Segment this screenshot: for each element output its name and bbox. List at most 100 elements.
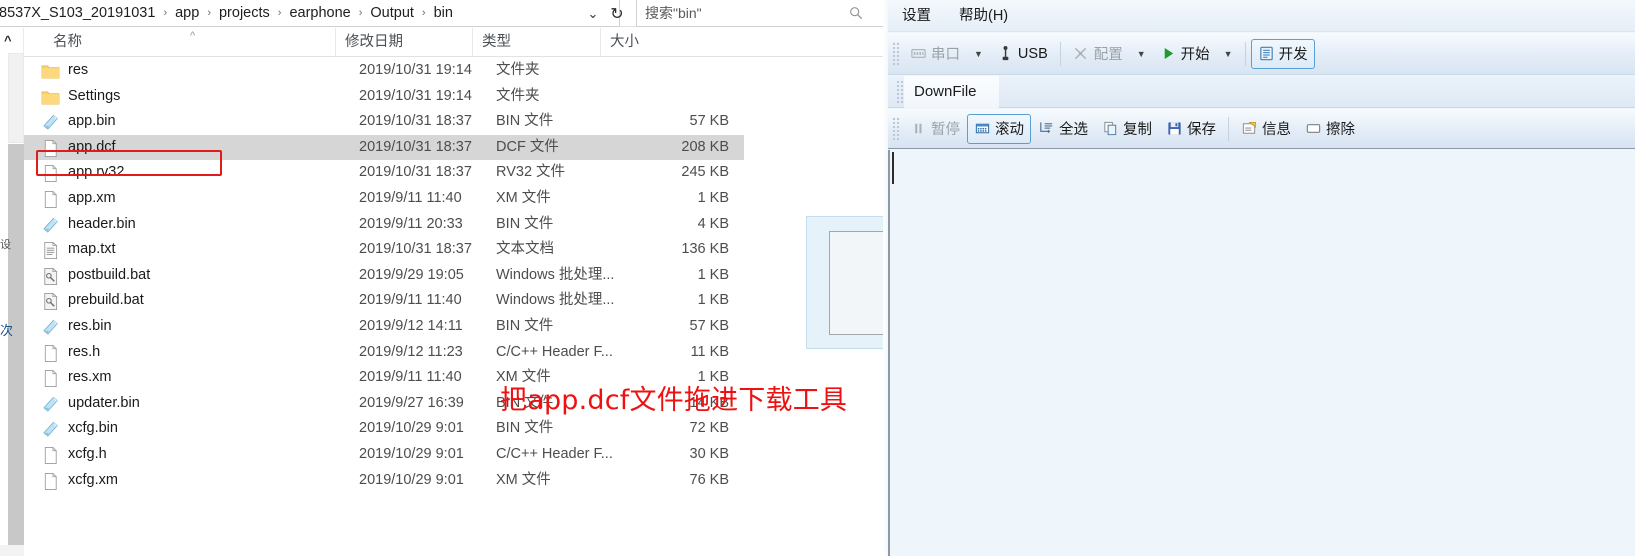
toolbar-button-play[interactable]: 开始 xyxy=(1153,39,1217,69)
file-size: 1 KB xyxy=(697,189,729,206)
horizontal-scroll-stub[interactable] xyxy=(0,545,24,556)
table-row[interactable]: res 2019/10/31 19:14 文件夹 xyxy=(24,58,744,84)
toolbar-button-serial-port[interactable]: 串口 xyxy=(903,39,967,69)
log-toolbar: 暂停 滚动 全选 复制 保存 信息 擦除 xyxy=(888,109,1635,149)
table-row[interactable]: res.h 2019/9/12 11:23 C/C++ Header F... 11 … xyxy=(24,340,744,366)
breadcrumb-segment-2[interactable]: projects xyxy=(216,0,273,27)
breadcrumb-separator: › xyxy=(207,7,211,19)
column-header-size[interactable]: 大小 xyxy=(600,28,712,57)
toolbar-separator xyxy=(1244,41,1246,66)
toolbar-button-config[interactable]: 配置 xyxy=(1066,39,1130,69)
log-toolbar-button-save[interactable]: 保存 xyxy=(1159,114,1223,144)
chevron-down-icon[interactable]: ▼ xyxy=(1130,49,1153,59)
bin-file-icon xyxy=(41,420,60,439)
toolbar-grip[interactable] xyxy=(891,115,899,142)
file-name: app.dcf xyxy=(68,138,116,155)
table-row[interactable]: postbuild.bat 2019/9/29 19:05 Windows 批处理.… xyxy=(24,263,744,289)
file-date: 2019/9/11 11:40 xyxy=(359,292,462,309)
chevron-up-icon[interactable]: ^ xyxy=(4,33,12,48)
log-toolbar-button-info[interactable]: 信息 xyxy=(1234,114,1298,144)
menu-item-1[interactable]: 帮助(H) xyxy=(945,0,1022,32)
toolbar-separator xyxy=(1228,116,1229,141)
column-header-type[interactable]: 类型 xyxy=(472,28,600,57)
column-header-row: 名称 ^ 修改日期 类型 大小 xyxy=(0,28,883,57)
toolbar-separator xyxy=(1059,41,1061,66)
file-explorer-window: 8537X_S103_20191031 › app › projects › earphon… xyxy=(0,0,883,556)
toolbar-grip[interactable] xyxy=(895,79,903,105)
file-type: BIN 文件 xyxy=(496,215,554,232)
table-row[interactable]: Settings 2019/10/31 19:14 文件夹 xyxy=(24,84,744,110)
file-size xyxy=(624,58,729,84)
breadcrumb-segment-3[interactable]: earphone xyxy=(286,0,353,27)
table-row[interactable]: app.bin 2019/10/31 18:37 BIN 文件 57 KB xyxy=(24,109,744,135)
file-type: DCF 文件 xyxy=(496,138,559,155)
table-row[interactable]: xcfg.h 2019/10/29 9:01 C/C++ Header F... 30… xyxy=(24,442,744,468)
nav-partial-label-a: 设 xyxy=(0,239,11,251)
blank-file-icon xyxy=(41,139,60,158)
search-input[interactable]: 搜索"bin" xyxy=(636,0,883,27)
search-icon[interactable] xyxy=(849,6,863,20)
tab-strip: DownFile xyxy=(888,76,1635,108)
nav-scrollbar-thumb[interactable] xyxy=(8,53,24,143)
log-toolbar-button-scroll[interactable]: 滚动 xyxy=(967,113,1031,144)
table-row[interactable]: prebuild.bat 2019/9/11 11:40 Windows 批处理..… xyxy=(24,288,744,314)
toolbar-button-label: 配置 xyxy=(1093,47,1123,63)
blank-file-icon xyxy=(41,344,60,363)
file-date: 2019/9/29 19:05 xyxy=(359,266,464,283)
breadcrumb-segment-0[interactable]: 8537X_S103_20191031 xyxy=(0,0,158,27)
file-name: postbuild.bat xyxy=(68,266,151,283)
file-type: C/C++ Header F... xyxy=(496,445,613,462)
breadcrumb-segment-4[interactable]: Output xyxy=(367,0,417,27)
file-date: 2019/10/31 18:37 xyxy=(359,241,472,258)
folder-icon xyxy=(41,62,60,81)
log-toolbar-button-pause[interactable]: 暂停 xyxy=(903,114,967,144)
file-date: 2019/10/29 9:01 xyxy=(359,420,464,437)
column-header-date[interactable]: 修改日期 xyxy=(335,28,472,57)
table-row[interactable]: xcfg.bin 2019/10/29 9:01 BIN 文件 72 KB xyxy=(24,416,744,442)
table-row[interactable]: app.dcf 2019/10/31 18:37 DCF 文件 208 KB xyxy=(24,134,744,161)
play-icon xyxy=(1160,45,1177,62)
table-row[interactable]: res.bin 2019/9/12 14:11 BIN 文件 57 KB xyxy=(24,314,744,340)
log-toolbar-button-label: 全选 xyxy=(1059,122,1088,138)
refresh-icon[interactable]: ↻ xyxy=(604,0,630,27)
file-type: Windows 批处理... xyxy=(496,266,615,283)
table-row[interactable]: app.xm 2019/9/11 11:40 XM 文件 1 KB xyxy=(24,186,744,212)
file-type: BIN 文件 xyxy=(496,113,554,130)
table-row[interactable]: app.rv32 2019/10/31 18:37 RV32 文件 245 KB xyxy=(24,160,744,186)
file-type: 文件夹 xyxy=(496,87,540,104)
search-placeholder: 搜索"bin" xyxy=(645,5,702,21)
file-type: XM 文件 xyxy=(496,189,551,206)
file-date: 2019/10/31 18:37 xyxy=(359,113,472,130)
log-toolbar-button-copy[interactable]: 复制 xyxy=(1095,114,1159,144)
log-toolbar-button-label: 暂停 xyxy=(931,122,960,138)
download-tool-window: 设置 帮助(H) 串口 ▼ USB 配置 ▼ 开始 ▼ 开发 DownFile 暂停 滚动 全选 复制… xyxy=(883,0,1635,556)
breadcrumb-segment-5[interactable]: bin xyxy=(431,0,456,27)
file-list[interactable]: res 2019/10/31 19:14 文件夹 Settings 2019/10/31… xyxy=(24,58,883,548)
toolbar-grip[interactable] xyxy=(891,40,899,67)
log-output-area[interactable] xyxy=(888,150,1635,556)
log-toolbar-button-select-all[interactable]: 全选 xyxy=(1031,114,1095,144)
file-type: XM 文件 xyxy=(496,471,551,488)
breadcrumb[interactable]: 8537X_S103_20191031 › app › projects › earphon… xyxy=(0,0,620,27)
toolbar-button-label: USB xyxy=(1017,45,1048,62)
erase-icon xyxy=(1305,120,1322,137)
table-row[interactable]: header.bin 2019/9/11 20:33 BIN 文件 4 KB xyxy=(24,212,744,238)
nav-scrollbar-track[interactable] xyxy=(8,144,24,556)
breadcrumb-segment-1[interactable]: app xyxy=(172,0,202,27)
table-row[interactable]: map.txt 2019/10/31 18:37 文本文档 136 KB xyxy=(24,237,744,263)
scroll-icon xyxy=(974,120,991,137)
toolbar-button-develop[interactable]: 开发 xyxy=(1250,38,1315,69)
chevron-down-icon[interactable]: ▼ xyxy=(1217,49,1240,59)
chevron-down-icon[interactable]: ⌄ xyxy=(583,0,603,27)
log-toolbar-button-erase[interactable]: 擦除 xyxy=(1298,114,1362,144)
file-name: xcfg.bin xyxy=(68,420,118,437)
file-name: updater.bin xyxy=(68,394,140,411)
file-size: 11 KB xyxy=(690,343,729,360)
file-date: 2019/9/12 11:23 xyxy=(359,343,463,360)
table-row[interactable]: xcfg.xm 2019/10/29 9:01 XM 文件 76 KB xyxy=(24,468,744,494)
toolbar-button-usb[interactable]: USB xyxy=(990,39,1055,69)
blank-file-icon xyxy=(41,446,60,465)
tab-downfile[interactable]: DownFile xyxy=(904,76,999,108)
menu-item-0[interactable]: 设置 xyxy=(888,0,945,32)
chevron-down-icon[interactable]: ▼ xyxy=(967,49,990,59)
